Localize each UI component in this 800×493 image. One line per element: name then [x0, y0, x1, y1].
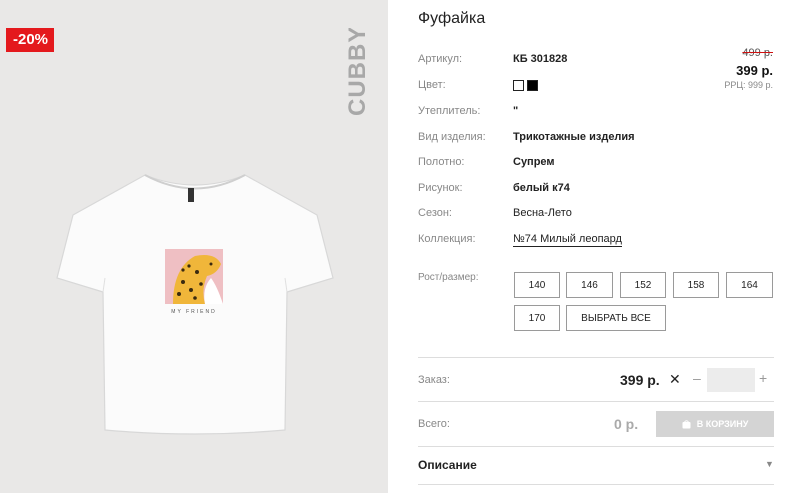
tshirt-image: MY FRIEND: [56, 174, 334, 435]
size-button[interactable]: 146: [566, 272, 613, 298]
select-all-sizes-button[interactable]: ВЫБРАТЬ ВСЕ: [566, 305, 666, 331]
times-icon: ✕: [669, 371, 681, 387]
svg-text:CUBBY: CUBBY: [344, 28, 371, 116]
attr-label: Коллекция:: [418, 233, 476, 245]
attr-label: Цвет:: [418, 79, 446, 91]
size-button[interactable]: 164: [726, 272, 773, 298]
quantity-input[interactable]: [707, 368, 755, 392]
description-toggle[interactable]: Описание: [418, 458, 477, 472]
product-photo[interactable]: -20% CUBBY MY FRIEND: [0, 0, 388, 493]
attr-value: Весна-Лето: [513, 207, 572, 219]
divider: [418, 357, 774, 358]
divider: [418, 401, 774, 402]
swatch-white[interactable]: [513, 79, 524, 91]
divider: [418, 446, 774, 447]
total-label: Всего:: [418, 418, 450, 430]
attr-label: Артикул:: [418, 53, 463, 65]
order-label: Заказ:: [418, 374, 450, 386]
attr-label: Сезон:: [418, 207, 452, 219]
attr-label: Утеплитель:: [418, 105, 481, 117]
attr-value: белый к74: [513, 182, 570, 194]
collection-link[interactable]: №74 Милый леопард: [513, 233, 622, 247]
old-price: 499 р.: [742, 47, 773, 59]
product-title: Фуфайка: [418, 10, 486, 27]
swatch-black[interactable]: [527, 79, 538, 91]
attr-label: Полотно:: [418, 156, 465, 168]
size-button[interactable]: 140: [514, 272, 560, 298]
size-button[interactable]: 170: [514, 305, 560, 331]
add-to-cart-label: В КОРЗИНУ: [696, 419, 749, 429]
rrp-price: РРЦ: 999 р.: [724, 80, 773, 90]
size-button[interactable]: 158: [673, 272, 719, 298]
chevron-down-icon[interactable]: ▼: [765, 459, 774, 469]
add-to-cart-button[interactable]: В КОРЗИНУ: [656, 411, 774, 437]
discount-badge: -20%: [6, 28, 55, 52]
svg-text:MY FRIEND: MY FRIEND: [171, 309, 216, 315]
total-value: 0 р.: [614, 416, 639, 432]
order-price: 399 р.: [620, 372, 660, 388]
attr-value: КБ 301828: [513, 53, 568, 65]
decrement-button[interactable]: –: [693, 370, 701, 386]
divider: [418, 484, 774, 485]
increment-button[interactable]: +: [759, 370, 767, 386]
sizes-label: Рост/размер:: [418, 272, 479, 283]
attr-label: Вид изделия:: [418, 131, 486, 143]
size-button[interactable]: 152: [620, 272, 666, 298]
attr-value: Трикотажные изделия: [513, 131, 635, 143]
color-swatches: [513, 79, 541, 91]
attr-value: ": [513, 105, 519, 117]
attr-value: Супрем: [513, 156, 555, 168]
cart-icon: [682, 419, 691, 428]
brand-logo: CUBBY: [344, 28, 371, 116]
product-page: -20% CUBBY MY FRIEND Фуфайка 499 р. 399 …: [0, 0, 800, 493]
attr-label: Рисунок:: [418, 182, 463, 194]
current-price: 399 р.: [736, 63, 773, 78]
